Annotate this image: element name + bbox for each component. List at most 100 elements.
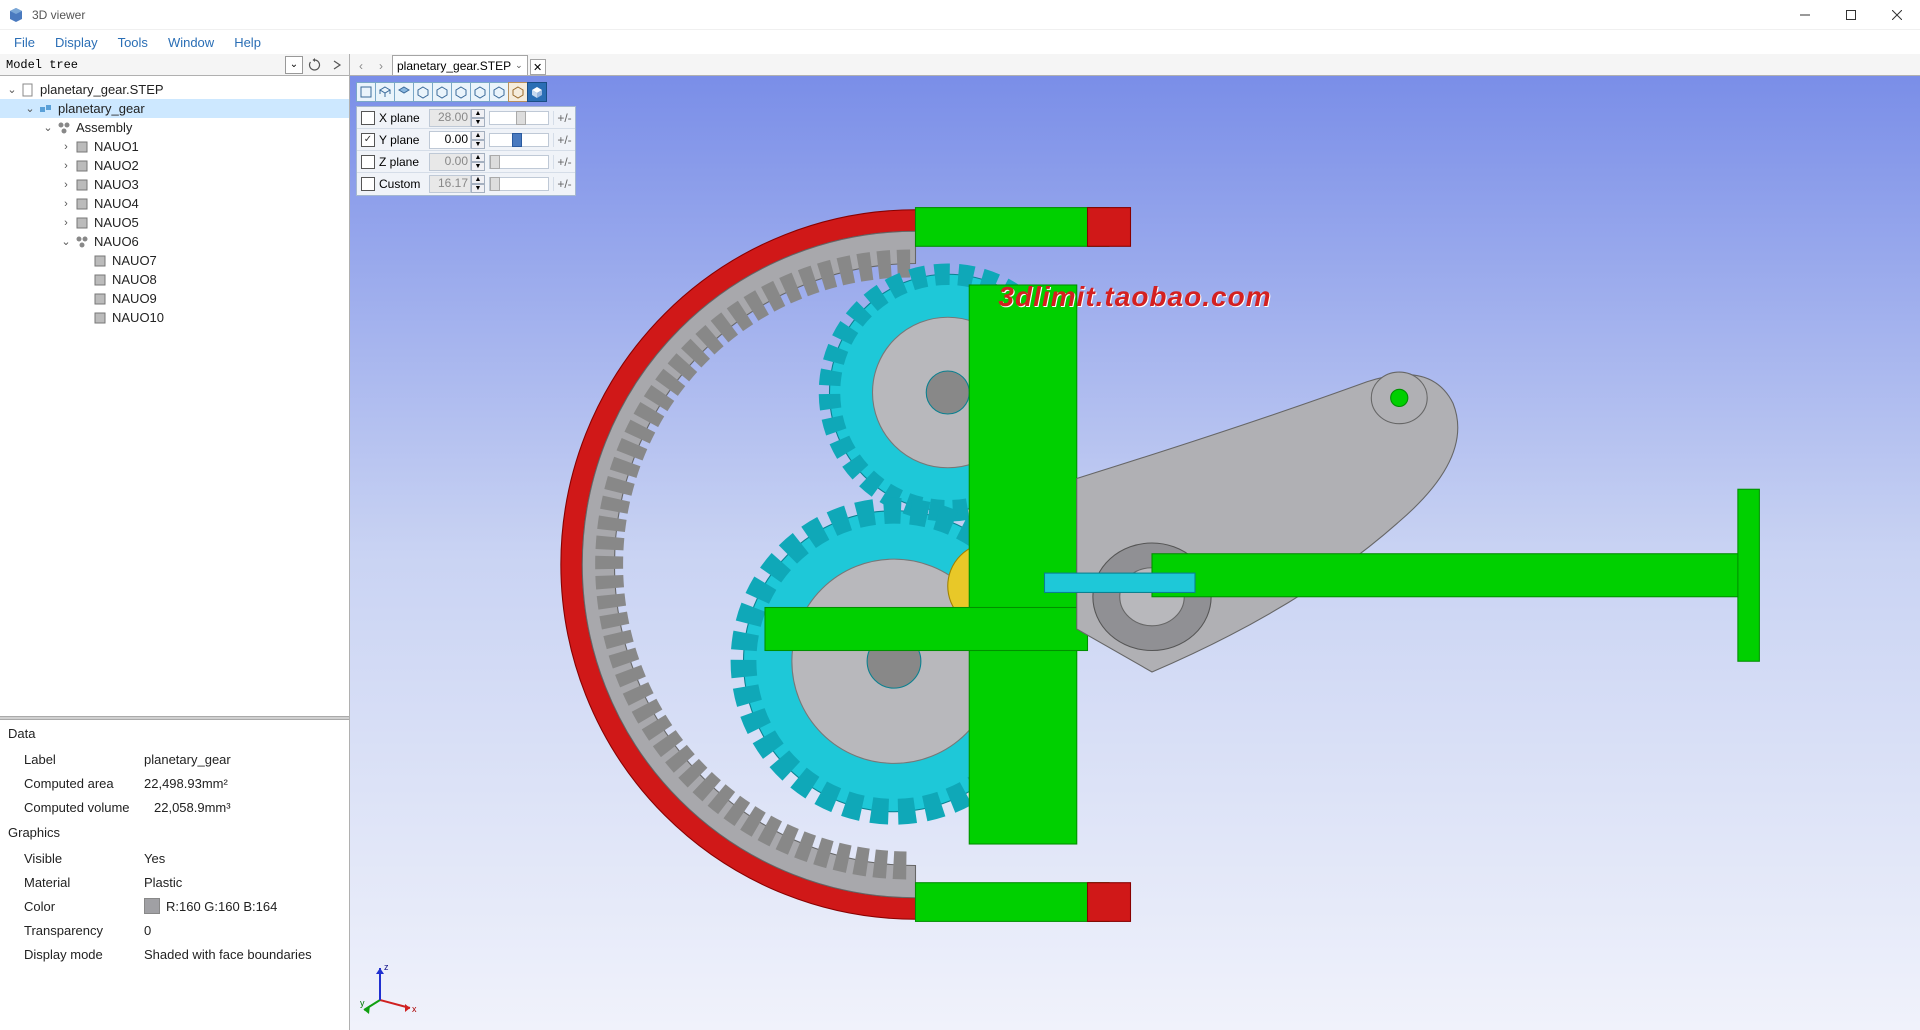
prop-transparency: Transparency 0 xyxy=(0,918,349,942)
tree-label: NAUO6 xyxy=(92,234,139,249)
solid-icon xyxy=(74,196,90,212)
view-front-button[interactable] xyxy=(394,82,414,102)
viewport-panel: ‹ › planetary_gear.STEP ⌄ ✕ xyxy=(350,54,1920,1030)
tree-node-root[interactable]: ⌄ planetary_gear.STEP xyxy=(0,80,349,99)
clip-z-slider[interactable] xyxy=(489,155,549,169)
tree-node-nauo4[interactable]: › NAUO4 xyxy=(0,194,349,213)
view-cube-button[interactable] xyxy=(527,82,547,102)
color-swatch xyxy=(144,898,160,914)
tree-node-nauo9[interactable]: NAUO9 xyxy=(0,289,349,308)
solid-icon xyxy=(74,177,90,193)
view-right-button[interactable] xyxy=(489,82,509,102)
clip-y-slider[interactable] xyxy=(489,133,549,147)
minimize-button[interactable] xyxy=(1782,0,1828,30)
solid-icon xyxy=(92,253,108,269)
view-left-button[interactable] xyxy=(470,82,490,102)
window-title: 3D viewer xyxy=(32,8,1782,22)
tree-node-nauo2[interactable]: › NAUO2 xyxy=(0,156,349,175)
tree-node-nauo10[interactable]: NAUO10 xyxy=(0,308,349,327)
clip-x-checkbox[interactable] xyxy=(361,111,375,125)
maximize-button[interactable] xyxy=(1828,0,1874,30)
tab-close-button[interactable]: ✕ xyxy=(530,59,546,75)
disclosure-icon[interactable]: › xyxy=(58,196,74,212)
view-persp-button[interactable] xyxy=(508,82,528,102)
disclosure-icon[interactable]: › xyxy=(58,215,74,231)
clip-y-spinner[interactable]: ▲▼ xyxy=(471,131,485,149)
tab-prev-button[interactable]: ‹ xyxy=(352,57,370,75)
view-iso-button[interactable] xyxy=(375,82,395,102)
menu-help[interactable]: Help xyxy=(224,33,271,52)
watermark-text: 3dlimit.taobao.com xyxy=(998,281,1271,313)
tree-label: NAUO3 xyxy=(92,177,139,192)
tree-node-nauo8[interactable]: NAUO8 xyxy=(0,270,349,289)
chevron-down-icon[interactable]: ⌄ xyxy=(515,60,523,71)
tree-node-nauo1[interactable]: › NAUO1 xyxy=(0,137,349,156)
left-panel: Model tree ⌄ ⌄ planetary_gear.STEP ⌄ pla… xyxy=(0,54,350,1030)
axis-gizmo: x y z xyxy=(360,960,420,1020)
prop-value: R:160 G:160 B:164 xyxy=(144,898,277,914)
tree-node-nauo3[interactable]: › NAUO3 xyxy=(0,175,349,194)
clip-y-checkbox[interactable]: ✓ xyxy=(361,133,375,147)
disclosure-icon[interactable]: › xyxy=(58,139,74,155)
clip-y-flip-button[interactable]: +/- xyxy=(553,133,575,147)
tree-refresh-button[interactable] xyxy=(305,56,325,74)
prop-name: Computed volume xyxy=(24,800,154,815)
view-bottom-button[interactable] xyxy=(451,82,471,102)
disclosure-icon[interactable]: › xyxy=(58,177,74,193)
view-orientation-toolbar xyxy=(356,82,546,102)
tab-next-button[interactable]: › xyxy=(372,57,390,75)
tree-next-button[interactable] xyxy=(327,56,347,74)
view-back-button[interactable] xyxy=(413,82,433,102)
clip-x-value[interactable]: 28.00 xyxy=(429,109,471,127)
tree-node-nauo6[interactable]: ⌄ NAUO6 xyxy=(0,232,349,251)
tree-dropdown-button[interactable]: ⌄ xyxy=(285,56,303,74)
disclosure-icon[interactable]: ⌄ xyxy=(22,101,38,117)
clip-z-checkbox[interactable] xyxy=(361,155,375,169)
prop-visible: Visible Yes xyxy=(0,846,349,870)
3d-viewport[interactable]: X plane 28.00 ▲▼ +/- ✓ Y plane 0.00 ▲▼ +… xyxy=(350,76,1920,1030)
disclosure-icon[interactable]: ⌄ xyxy=(4,82,20,98)
clip-x-slider[interactable] xyxy=(489,111,549,125)
prop-name: Label xyxy=(24,752,144,767)
clip-custom-slider[interactable] xyxy=(489,177,549,191)
spacer xyxy=(76,272,92,288)
clip-y-row: ✓ Y plane 0.00 ▲▼ +/- xyxy=(357,129,575,151)
disclosure-icon[interactable]: ⌄ xyxy=(40,120,56,136)
prop-value: 22,498.93mm² xyxy=(144,776,228,791)
tree-node-nauo5[interactable]: › NAUO5 xyxy=(0,213,349,232)
model-tree-title: Model tree xyxy=(0,58,285,72)
clip-y-value[interactable]: 0.00 xyxy=(429,131,471,149)
menu-tools[interactable]: Tools xyxy=(108,33,158,52)
clip-z-spinner[interactable]: ▲▼ xyxy=(471,153,485,171)
clip-custom-value[interactable]: 16.17 xyxy=(429,175,471,193)
assembly-icon xyxy=(74,234,90,250)
disclosure-icon[interactable]: › xyxy=(58,158,74,174)
view-fit-button[interactable] xyxy=(356,82,376,102)
model-tree[interactable]: ⌄ planetary_gear.STEP ⌄ planetary_gear ⌄… xyxy=(0,76,349,716)
menu-window[interactable]: Window xyxy=(158,33,224,52)
tree-label: NAUO1 xyxy=(92,139,139,154)
menu-file[interactable]: File xyxy=(4,33,45,52)
tree-node-nauo7[interactable]: NAUO7 xyxy=(0,251,349,270)
spacer xyxy=(76,253,92,269)
clip-x-flip-button[interactable]: +/- xyxy=(553,111,575,125)
clip-x-spinner[interactable]: ▲▼ xyxy=(471,109,485,127)
disclosure-icon[interactable]: ⌄ xyxy=(58,234,74,250)
clip-custom-spinner[interactable]: ▲▼ xyxy=(471,175,485,193)
clip-z-value[interactable]: 0.00 xyxy=(429,153,471,171)
tree-node-assembly[interactable]: ⌄ Assembly xyxy=(0,118,349,137)
tree-label: NAUO5 xyxy=(92,215,139,230)
prop-name: Visible xyxy=(24,851,144,866)
clip-custom-row: Custom 16.17 ▲▼ +/- xyxy=(357,173,575,195)
tree-label: NAUO7 xyxy=(110,253,157,268)
document-tab[interactable]: planetary_gear.STEP ⌄ xyxy=(392,55,528,75)
clip-custom-checkbox[interactable] xyxy=(361,177,375,191)
view-top-button[interactable] xyxy=(432,82,452,102)
solid-icon xyxy=(74,139,90,155)
svg-text:y: y xyxy=(360,998,365,1008)
clip-z-row: Z plane 0.00 ▲▼ +/- xyxy=(357,151,575,173)
tree-node-planetary-gear[interactable]: ⌄ planetary_gear xyxy=(0,99,349,118)
solid-icon xyxy=(74,215,90,231)
close-button[interactable] xyxy=(1874,0,1920,30)
menu-display[interactable]: Display xyxy=(45,33,108,52)
